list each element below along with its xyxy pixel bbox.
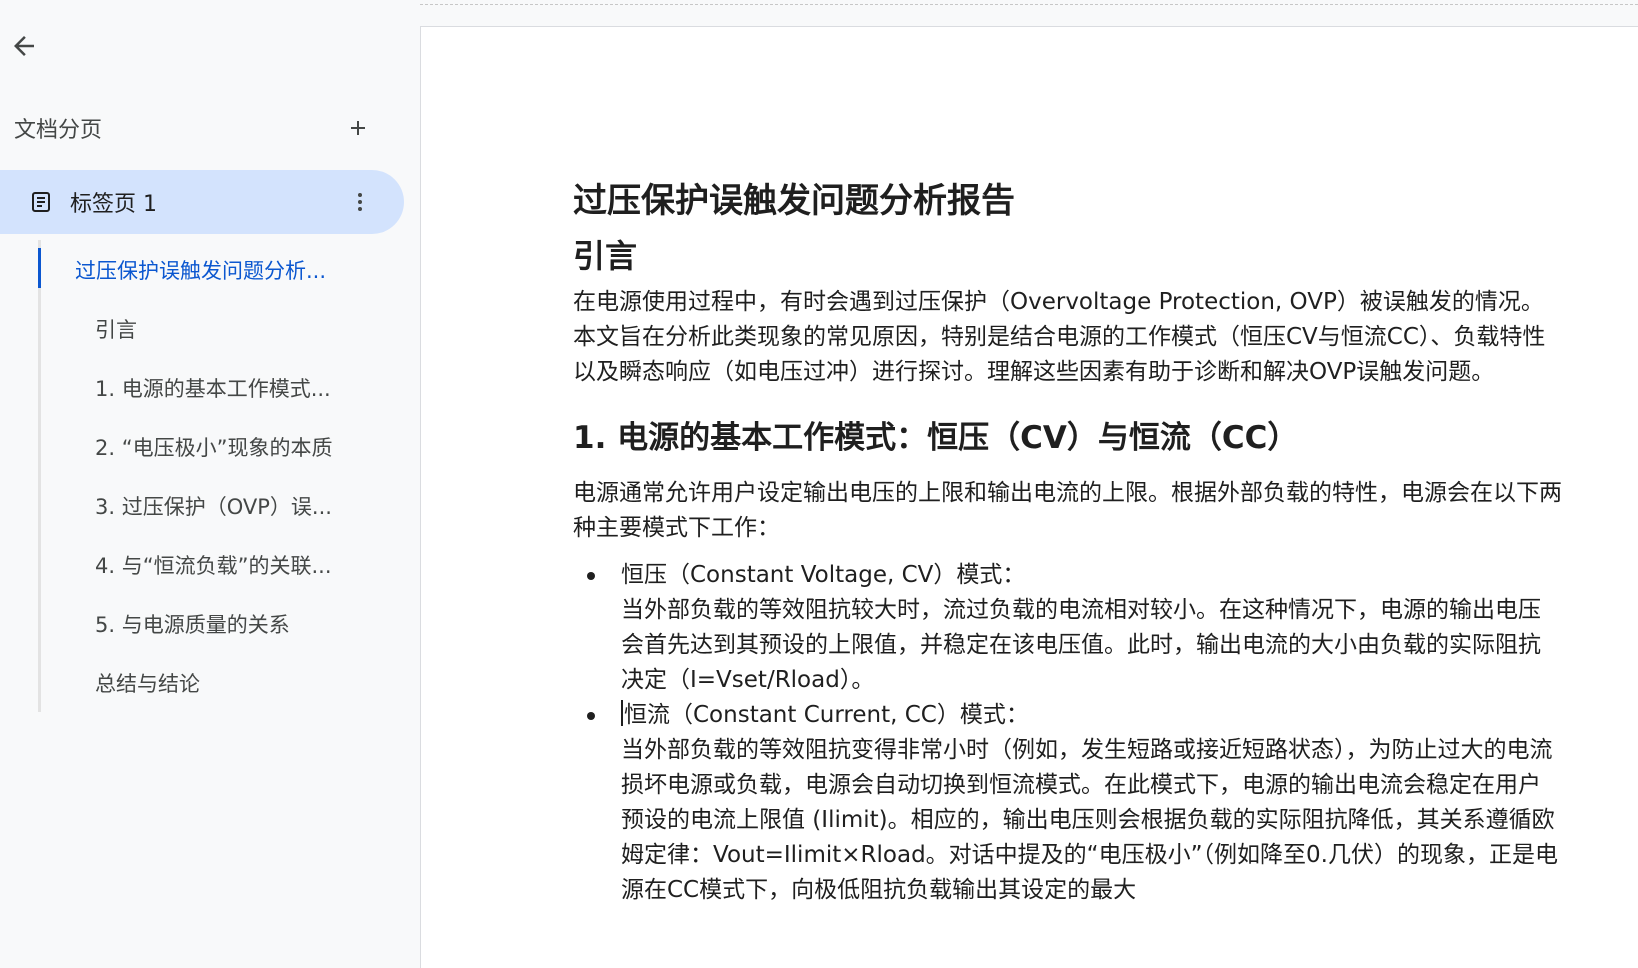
outline-item-section-4[interactable]: 4. 与“恒流负载”的关联... — [41, 535, 411, 594]
list-item-title: 恒压（Constant Voltage, CV）模式： — [621, 562, 1026, 588]
outline-item-intro[interactable]: 引言 — [41, 299, 411, 358]
list-item-cc: 恒流（Constant Current, CC）模式： 当外部负载的等效阻抗变得… — [573, 698, 1563, 908]
outline-label: 引言 — [95, 317, 137, 342]
section-1-paragraph: 电源通常允许用户设定输出电压的上限和输出电流的上限。根据外部负载的特性，电源会在… — [573, 480, 1562, 541]
intro-paragraph: 在电源使用过程中，有时会遇到过压保护（Overvoltage Protectio… — [573, 289, 1546, 385]
tabs-section-header: 文档分页 — [14, 110, 374, 146]
list-item-body: 当外部负载的等效阻抗变得非常小时（例如，发生短路或接近短路状态），为防止过大的电… — [621, 737, 1558, 903]
ruler — [420, 0, 1638, 5]
outline-label: 5. 与电源质量的关系 — [95, 612, 290, 637]
arrow-back-icon — [14, 36, 34, 56]
tab-more-options-button[interactable] — [344, 186, 376, 218]
bullet-dot — [587, 712, 595, 720]
document-tabs-sidebar: 文档分页 标签页 1 过压保护误触发问题分析... 引言 1. 电源的基本工作模… — [0, 0, 420, 968]
list-item-title: 恒流（Constant Current, CC）模式： — [624, 702, 1029, 728]
tabs-section-title: 文档分页 — [14, 118, 103, 143]
document-icon — [28, 189, 54, 215]
outline-label: 1. 电源的基本工作模式... — [95, 376, 331, 401]
outline-label: 4. 与“恒流负载”的关联... — [95, 553, 332, 578]
more-vert-icon — [358, 193, 362, 211]
document-page[interactable]: 过压保护误触发问题分析报告 引言 在电源使用过程中，有时会遇到过压保护（Over… — [420, 26, 1638, 968]
docs-app: 文档分页 标签页 1 过压保护误触发问题分析... 引言 1. 电源的基本工作模… — [0, 0, 1638, 968]
document-title: 过压保护误触发问题分析报告 — [573, 181, 1015, 221]
outline-label: 过压保护误触发问题分析... — [75, 258, 327, 283]
text-cursor — [621, 700, 623, 726]
outline-item-section-2[interactable]: 2. “电压极小”现象的本质 — [41, 417, 411, 476]
list-item-body: 当外部负载的等效阻抗较大时，流过负载的电流相对较小。在这种情况下，电源的输出电压… — [621, 597, 1541, 693]
outline-label: 3. 过压保护（OVP）误... — [95, 494, 332, 519]
mode-list: 恒压（Constant Voltage, CV）模式： 当外部负载的等效阻抗较大… — [573, 558, 1563, 908]
outline-item-title[interactable]: 过压保护误触发问题分析... — [38, 240, 411, 299]
document-body[interactable]: 过压保护误触发问题分析报告 引言 在电源使用过程中，有时会遇到过压保护（Over… — [573, 177, 1563, 908]
heading-section-1: 1. 电源的基本工作模式：恒压（CV）与恒流（CC） — [573, 420, 1299, 456]
back-button[interactable] — [6, 28, 42, 64]
bullet-dot — [587, 572, 595, 580]
plus-icon — [351, 121, 365, 135]
outline-label: 2. “电压极小”现象的本质 — [95, 435, 333, 460]
tab-label: 标签页 1 — [70, 192, 157, 217]
add-tab-button[interactable] — [342, 112, 374, 144]
heading-intro: 引言 — [573, 237, 638, 275]
tab-item-1[interactable]: 标签页 1 — [0, 170, 404, 234]
outline-item-conclusion[interactable]: 总结与结论 — [41, 653, 411, 712]
outline-item-section-1[interactable]: 1. 电源的基本工作模式... — [41, 358, 411, 417]
document-outline: 过压保护误触发问题分析... 引言 1. 电源的基本工作模式... 2. “电压… — [38, 240, 411, 712]
outline-item-section-5[interactable]: 5. 与电源质量的关系 — [41, 594, 411, 653]
list-item-cv: 恒压（Constant Voltage, CV）模式： 当外部负载的等效阻抗较大… — [573, 558, 1563, 698]
outline-label: 总结与结论 — [95, 671, 200, 696]
outline-item-section-3[interactable]: 3. 过压保护（OVP）误... — [41, 476, 411, 535]
